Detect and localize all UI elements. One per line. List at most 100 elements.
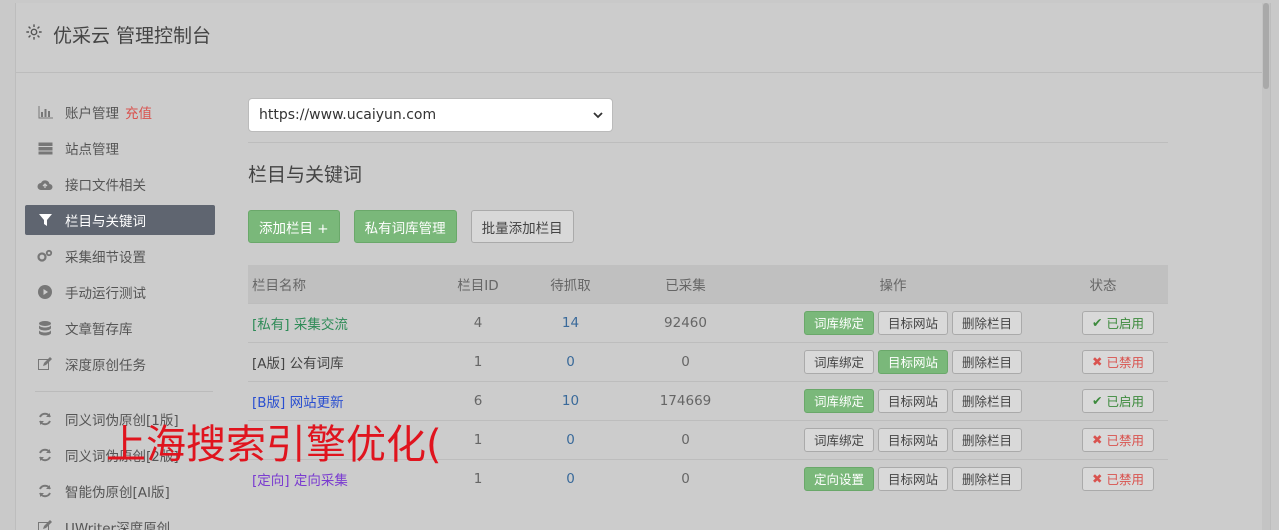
column-id-cell: 6 — [438, 380, 518, 420]
scrollbar[interactable] — [1262, 3, 1270, 530]
header-id: 栏目ID — [457, 277, 499, 294]
refresh-icon — [37, 411, 53, 427]
pending-cell[interactable]: 14 — [518, 302, 623, 342]
private-lexicon-button[interactable]: 私有词库管理 — [353, 210, 457, 243]
row-action-button[interactable]: 删除栏目 — [952, 349, 1023, 374]
sidebar-item-uwriter[interactable]: UWriter深度原创 — [25, 512, 215, 530]
sidebar-item-collect-settings[interactable]: 采集细节设置 — [25, 241, 215, 271]
header-pending: 待抓取 — [550, 277, 591, 294]
status-badge[interactable]: ✖ 已禁用 — [1082, 466, 1154, 491]
app-title: 优采云 管理控制台 — [53, 25, 212, 47]
header-status: 状态 — [1089, 277, 1117, 294]
sidebar-item-sites[interactable]: 站点管理 — [25, 133, 215, 163]
status-label: 已禁用 — [1106, 355, 1144, 370]
sidebar-item-label: 接口文件相关 — [65, 178, 146, 194]
column-name-cell[interactable]: [A版] 公有词库 — [248, 341, 438, 381]
column-name: 网站更新 — [289, 394, 344, 411]
row-action-button[interactable]: 删除栏目 — [952, 466, 1023, 491]
status-badge[interactable]: ✔ 已启用 — [1082, 388, 1154, 413]
sidebar-item-deep-original[interactable]: 深度原创任务 — [25, 349, 215, 379]
status-badge[interactable]: ✔ 已启用 — [1082, 310, 1154, 335]
recharge-link[interactable]: 充值 — [125, 102, 152, 122]
status-cell: ✔ 已启用 — [1038, 302, 1168, 342]
collected-cell: 92460 — [623, 302, 748, 342]
actions-cell: 词库绑定 目标网站 删除栏目 — [748, 380, 1038, 420]
header-name: 栏目名称 — [252, 277, 306, 294]
close-icon: ✖ — [1092, 471, 1103, 487]
sidebar-item-label: 文章暂存库 — [65, 322, 133, 338]
close-icon: ✖ — [1092, 432, 1103, 447]
row-action-button[interactable]: 目标网站 — [877, 349, 948, 374]
row-action-button[interactable]: 目标网站 — [877, 427, 948, 452]
pending-cell[interactable]: 0 — [518, 419, 623, 459]
sidebar-item-article-store[interactable]: 文章暂存库 — [25, 313, 215, 343]
row-action-button[interactable]: 词库绑定 — [803, 310, 874, 335]
sidebar-item-label: 手动运行测试 — [65, 286, 146, 302]
header-actions: 操作 — [879, 277, 907, 294]
sidebar-item-label: 智能伪原创[AI版] — [65, 485, 170, 501]
site-select-value: https://www.ucaiyun.com — [259, 107, 437, 123]
row-action-button[interactable]: 词库绑定 — [803, 349, 874, 374]
edit-icon — [37, 519, 53, 530]
bar-chart-icon — [37, 104, 53, 120]
row-action-button[interactable]: 词库绑定 — [803, 388, 874, 413]
sidebar-item-columns[interactable]: 栏目与关键词 — [25, 205, 215, 235]
scrollbar-thumb[interactable] — [1263, 3, 1269, 89]
collected-cell: 174669 — [623, 380, 748, 420]
row-action-button[interactable]: 目标网站 — [877, 310, 948, 335]
filter-icon — [37, 212, 53, 228]
edit-icon — [37, 356, 53, 372]
refresh-icon — [37, 483, 53, 499]
row-action-button[interactable]: 删除栏目 — [952, 388, 1023, 413]
refresh-icon — [37, 447, 53, 463]
status-label: 已启用 — [1106, 394, 1144, 409]
column-name-cell[interactable]: [私有] 采集交流 — [248, 302, 438, 342]
row-action-button[interactable]: 目标网站 — [877, 466, 948, 491]
column-name: 定向采集 — [293, 472, 348, 489]
status-cell: ✖ 已禁用 — [1038, 458, 1168, 498]
row-action-button[interactable]: 删除栏目 — [952, 427, 1023, 452]
row-action-button[interactable]: 词库绑定 — [803, 427, 874, 452]
actions-cell: 词库绑定 目标网站 删除栏目 — [748, 341, 1038, 381]
page-title: 栏目与关键词 — [248, 164, 363, 186]
status-label: 已启用 — [1106, 316, 1144, 331]
add-column-button[interactable]: 添加栏目 + — [248, 210, 340, 243]
collected-cell: 0 — [623, 419, 748, 459]
column-name: 公有词库 — [289, 355, 344, 372]
pending-cell[interactable]: 10 — [518, 380, 623, 420]
sidebar-item-label: 深度原创任务 — [65, 358, 146, 374]
column-id-cell: 4 — [438, 302, 518, 342]
sidebar-item-ai-original[interactable]: 智能伪原创[AI版] — [25, 476, 215, 506]
status-badge[interactable]: ✖ 已禁用 — [1082, 427, 1154, 452]
sidebar-item-interface[interactable]: 接口文件相关 — [25, 169, 215, 199]
sidebar-item-label: 账户管理 — [65, 106, 119, 122]
pending-cell[interactable]: 0 — [518, 341, 623, 381]
sidebar-item-account[interactable]: 账户管理 充值 — [25, 97, 215, 127]
batch-add-button[interactable]: 批量添加栏目 — [470, 210, 574, 243]
chevron-down-icon — [592, 109, 604, 121]
row-action-button[interactable]: 目标网站 — [877, 388, 948, 413]
header-collected: 已采集 — [665, 277, 706, 294]
site-select[interactable]: https://www.ucaiyun.com — [248, 98, 613, 132]
actions-cell: 定向设置 目标网站 删除栏目 — [748, 458, 1038, 498]
sidebar-item-label: 栏目与关键词 — [65, 214, 146, 230]
top-bar: 优采云 管理控制台 — [16, 3, 1270, 73]
toolbar: 添加栏目 + 私有词库管理 批量添加栏目 — [248, 210, 1168, 243]
row-action-button[interactable]: 删除栏目 — [952, 310, 1023, 335]
watermark-overlay: 上海搜索引擎优化( — [106, 422, 442, 468]
status-cell: ✖ 已禁用 — [1038, 341, 1168, 381]
server-icon — [37, 140, 53, 156]
collected-cell: 0 — [623, 341, 748, 381]
status-cell: ✖ 已禁用 — [1038, 419, 1168, 459]
status-badge[interactable]: ✖ 已禁用 — [1082, 349, 1154, 374]
column-name: 采集交流 — [293, 316, 348, 333]
brand: 优采云 管理控制台 — [25, 21, 211, 48]
table-header-row: 栏目名称 栏目ID 待抓取 已采集 操作 状态 — [248, 265, 1168, 303]
actions-cell: 词库绑定 目标网站 删除栏目 — [748, 302, 1038, 342]
sidebar-item-manual-run[interactable]: 手动运行测试 — [25, 277, 215, 307]
pending-cell[interactable]: 0 — [518, 458, 623, 498]
play-circle-icon — [37, 284, 53, 300]
sidebar-item-label: UWriter深度原创 — [65, 521, 171, 530]
row-action-button[interactable]: 定向设置 — [803, 466, 874, 491]
column-id-cell: 1 — [438, 419, 518, 459]
